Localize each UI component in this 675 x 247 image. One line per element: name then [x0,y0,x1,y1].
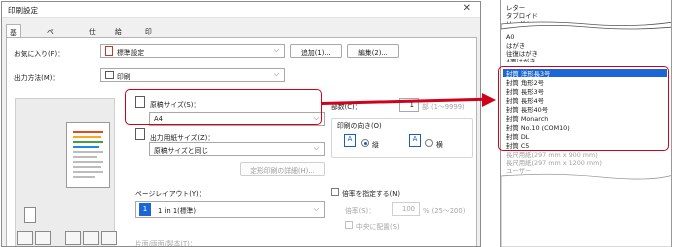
chevron-down-icon: ⌵ [273,70,279,78]
dialog-title: 印刷設定 [8,6,38,15]
original-size-highlight [125,89,322,125]
tab-finishing[interactable]: 仕上げ [86,24,99,56]
close-icon[interactable]: ✕ [463,3,471,14]
list-item[interactable]: 4面はがき [506,57,536,62]
preview-page [66,122,110,188]
center-label: 中央に配置(S) [356,223,400,231]
page-layout-select[interactable]: 1 1 in 1(標準) ⌵ [135,201,325,218]
title-bar: 印刷設定 ✕ [2,2,480,18]
layout-icon[interactable] [17,231,33,245]
layout-icon[interactable] [35,231,51,245]
layout-icon[interactable] [65,231,81,245]
chevron-down-icon: ⌵ [273,46,279,54]
printer-icon [105,71,114,79]
layout-number-icon: 1 [139,203,151,216]
edit-favorite-button[interactable]: 編集(2)... [347,44,399,58]
torn-edge [501,21,671,30]
list-item[interactable]: A0 [506,33,514,41]
print-preview [15,98,115,246]
scale-input[interactable]: 100 [392,202,420,216]
tab-paper-source[interactable]: 給紙 [112,24,125,46]
chevron-down-icon: ⌵ [313,205,319,213]
duplex-label: 片面/両面/製本(T)： [135,240,197,247]
output-method-label: 出力方法(M)： [14,74,60,82]
scale-checkbox[interactable] [331,188,339,196]
copies-stack-icon [24,207,36,223]
scale-field-label: 倍率(S)： [345,207,376,215]
add-favorite-button[interactable]: 追加(1)... [290,44,342,58]
layout-icon[interactable] [101,231,117,245]
document-icon [105,46,113,56]
scale-range: % (25〜200) [423,207,466,215]
portrait-label: 縦 [372,141,379,149]
portrait-radio[interactable] [361,139,369,147]
arrow-head-icon [482,93,496,107]
portrait-icon: A [344,134,356,147]
copies-range: 部 (1〜9999) [422,103,465,111]
chevron-down-icon: ⌵ [313,144,319,152]
tab-page-setup[interactable]: ページ設定 [44,24,57,76]
tab-print-quality[interactable]: 印刷品質 [142,24,155,66]
settings-panel: お気に入り(F)： 標準設定 ⌵ 追加(1)... 編集(2)... 出力方法(… [6,37,477,247]
output-paper-select[interactable]: 原稿サイズと同じ ⌵ [149,142,325,156]
landscape-label: 横 [436,141,443,149]
landscape-icon: A [409,134,421,147]
output-paper-icon [135,128,145,140]
torn-edge [501,173,671,247]
favorites-select[interactable]: 標準設定 ⌵ [100,44,285,58]
page-layout-label: ページレイアウト(Y)： [135,190,206,198]
favorites-label: お気に入り(F)： [14,50,64,58]
layout-icon[interactable] [83,231,99,245]
landscape-radio[interactable] [425,139,433,147]
custom-paper-button[interactable]: 定形印刷の詳細(H)... [240,162,325,176]
envelope-highlight [498,66,669,151]
center-checkbox[interactable] [345,221,353,229]
orientation-label: 印刷の向き(O) [337,122,382,130]
scale-label: 倍率を指定する(N) [342,190,400,198]
output-paper-label: 出力用紙サイズ(Z)： [150,134,215,142]
output-method-select[interactable]: 印刷 ⌵ [100,68,285,82]
